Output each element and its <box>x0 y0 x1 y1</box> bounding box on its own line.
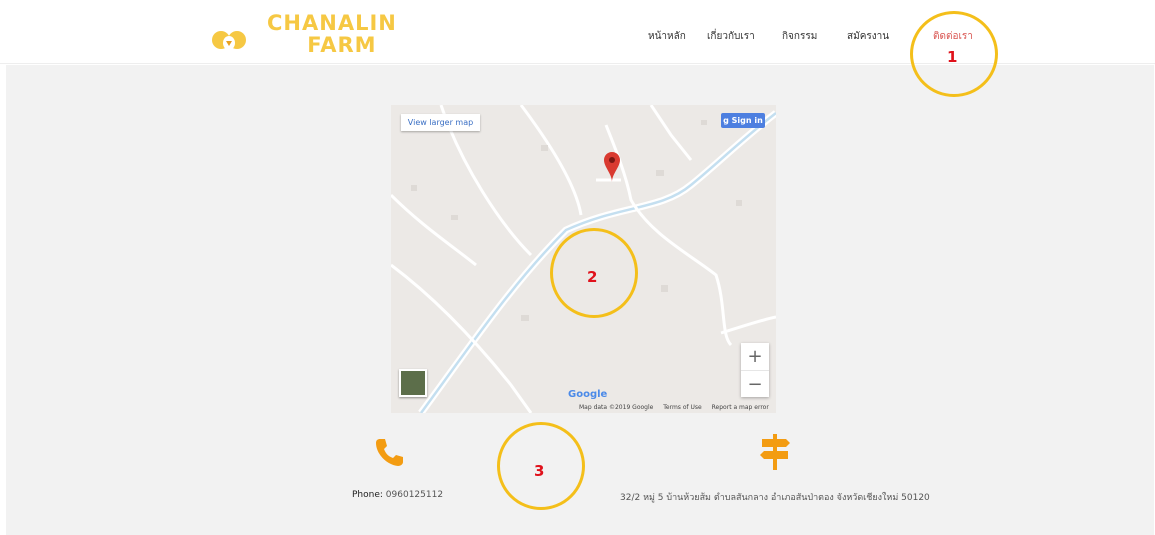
view-larger-map-link[interactable]: View larger map <box>401 114 480 131</box>
page: CHANALIN FARM หน้าหลัก เกี่ยวกับเรา กิจก… <box>0 0 1155 535</box>
nav-item-home[interactable]: หน้าหลัก <box>648 29 686 44</box>
map-data-text: Map data ©2019 Google <box>579 404 654 411</box>
terms-of-use-link[interactable]: Terms of Use <box>663 404 701 411</box>
google-logo: Google <box>568 389 608 400</box>
zoom-in-button[interactable]: + <box>741 343 769 370</box>
address-info: 32/2 หมู่ 5 บ้านห้วยส้ม ตำบลสันกลาง อำเภ… <box>620 493 930 503</box>
google-plus-icon: g <box>723 116 732 125</box>
annotation-number-1: 1 <box>947 48 958 66</box>
report-map-error-link[interactable]: Report a map error <box>712 404 769 411</box>
phone-number: 0960125112 <box>385 490 444 500</box>
nav-item-jobs[interactable]: สมัครงาน <box>847 29 889 44</box>
map-attribution: Map data ©2019 Google Terms of Use Repor… <box>579 404 776 411</box>
signpost-icon <box>760 434 790 470</box>
annotation-number-2: 2 <box>587 268 598 286</box>
location-pin-icon[interactable] <box>604 152 620 182</box>
map-sign-in-button[interactable]: g Sign in <box>721 113 765 128</box>
satellite-toggle[interactable] <box>399 369 427 397</box>
zoom-control: + − <box>741 343 769 397</box>
zoom-out-button[interactable]: − <box>741 370 769 397</box>
nav-item-activities[interactable]: กิจกรรม <box>782 29 817 44</box>
phone-icon <box>376 439 403 466</box>
map-sign-in-label: Sign in <box>731 116 763 125</box>
annotation-number-3: 3 <box>534 462 545 480</box>
nav-item-about[interactable]: เกี่ยวกับเรา <box>707 29 755 44</box>
phone-label: Phone: <box>352 490 383 500</box>
phone-info: Phone: 0960125112 <box>352 490 443 500</box>
